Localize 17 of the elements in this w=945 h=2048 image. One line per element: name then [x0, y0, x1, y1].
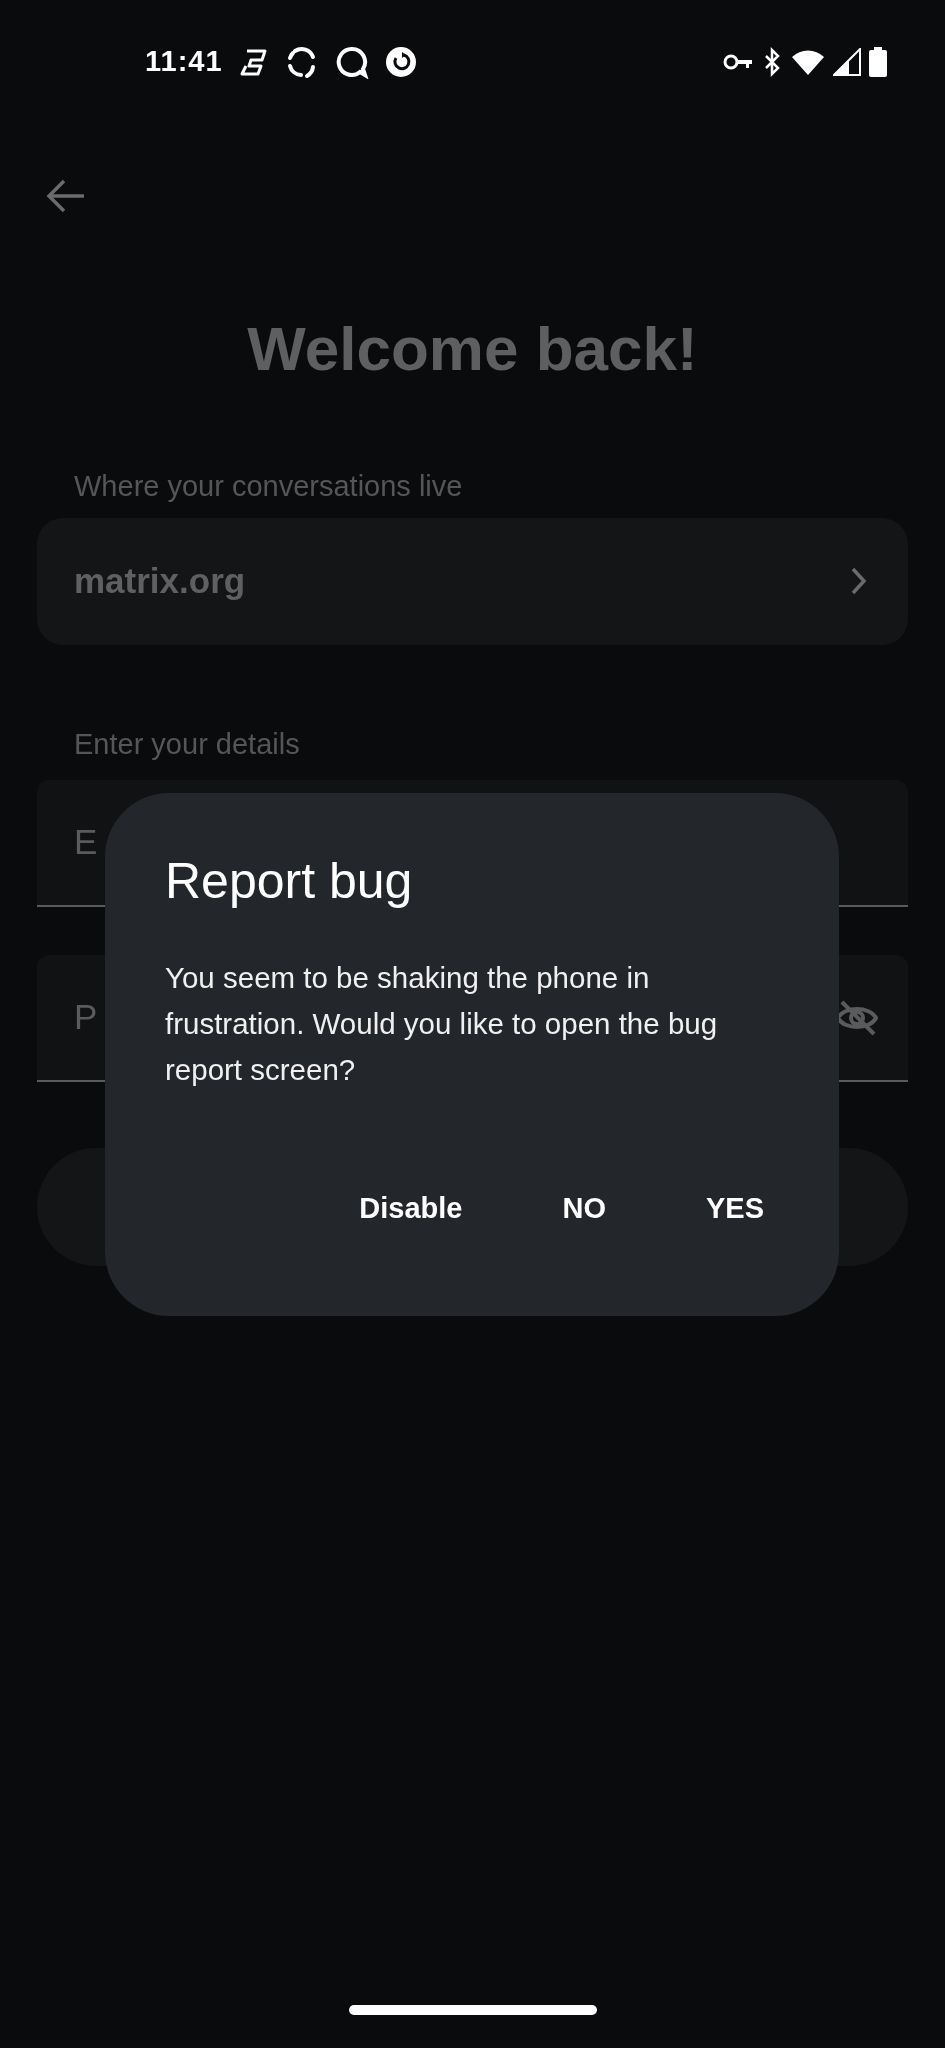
- battery-icon: [869, 47, 887, 77]
- chat-bubble-icon: [334, 45, 369, 79]
- refresh-icon: [384, 46, 417, 78]
- section-label: Enter your details: [74, 727, 301, 762]
- section-label: Where your conversations live: [74, 469, 464, 504]
- eye-off-icon: [836, 999, 878, 1036]
- key-icon: [723, 52, 753, 72]
- signal-icon: [833, 48, 861, 76]
- dialog-button[interactable]: NO: [542, 1177, 626, 1241]
- wifi-icon: [791, 48, 825, 76]
- chevron-right-icon: [850, 567, 868, 596]
- dialog-title: Report bug: [165, 852, 414, 911]
- status-time: 11:41: [145, 44, 223, 80]
- dialog-message: You seem to be shaking the phone in frustration. Would you like to open the bug report screen?: [165, 960, 719, 1088]
- dialog-button[interactable]: YES: [685, 1177, 784, 1241]
- dialog-button[interactable]: Disable: [339, 1177, 483, 1241]
- page-title: Welcome back!: [246, 315, 699, 384]
